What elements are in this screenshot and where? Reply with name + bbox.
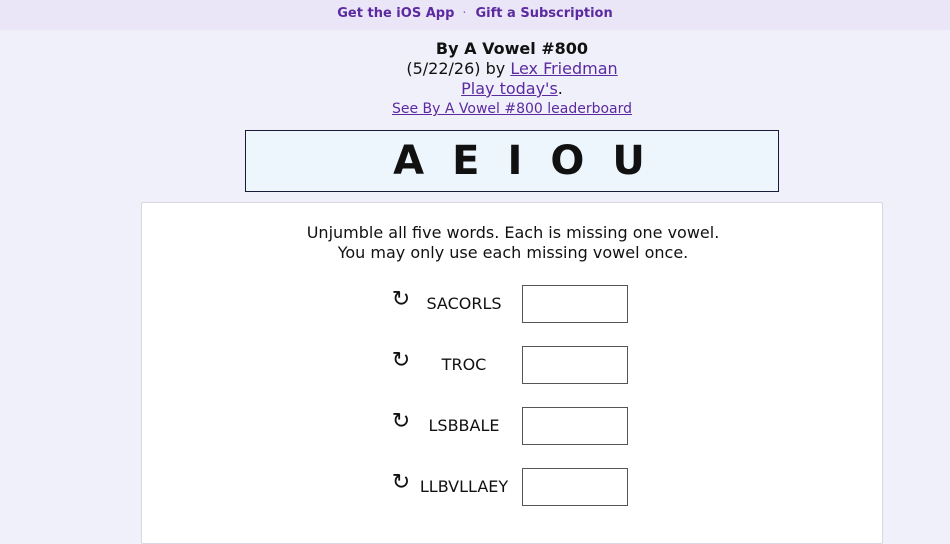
vowel-a: A	[393, 138, 439, 184]
answer-input[interactable]	[522, 407, 628, 445]
play-today-link[interactable]: Play today's	[461, 79, 558, 98]
vowel-e: E	[452, 138, 494, 184]
jumbled-word: LSBBALE	[428, 416, 500, 435]
jumbled-word: TROC	[441, 355, 487, 374]
vowel-o: O	[550, 138, 599, 184]
gift-subscription-link[interactable]: Gift a Subscription	[476, 6, 613, 21]
vowel-i: I	[507, 138, 537, 184]
puzzle-date: (5/22/26) by	[406, 59, 511, 78]
instructions: Unjumble all five words. Each is missing…	[142, 223, 884, 263]
top-bar: Get the iOS App · Gift a Subscription	[0, 0, 950, 30]
jumbled-word: LLBVLLAEY	[419, 477, 509, 496]
shuffle-icon[interactable]: ↻	[389, 285, 413, 315]
shuffle-icon[interactable]: ↻	[389, 346, 413, 376]
word-row: ↻ LLBVLLAEY	[142, 468, 882, 506]
puzzle-header: By A Vowel #800 (5/22/26) by Lex Friedma…	[0, 39, 950, 119]
byline: (5/22/26) by Lex Friedman	[0, 59, 950, 79]
jumbled-word: SACORLS	[426, 294, 502, 313]
puzzle-panel: Unjumble all five words. Each is missing…	[141, 202, 883, 544]
page-title: By A Vowel #800	[435, 39, 589, 58]
answer-input[interactable]	[522, 468, 628, 506]
vowel-u: U	[612, 138, 659, 184]
leaderboard-link[interactable]: See By A Vowel #800 leaderboard	[392, 101, 632, 117]
vowel-display: AEIOU	[245, 130, 779, 192]
answer-input[interactable]	[522, 285, 628, 323]
ios-app-link[interactable]: Get the iOS App	[337, 6, 454, 21]
word-row: ↻ LSBBALE	[142, 407, 882, 445]
play-today-line: Play today's.	[0, 79, 950, 99]
instructions-line-2: You may only use each missing vowel once…	[337, 243, 689, 262]
instructions-line-1: Unjumble all five words. Each is missing…	[306, 223, 720, 242]
word-row: ↻ TROC	[142, 346, 882, 384]
vowel-letters: AEIOU	[379, 138, 659, 184]
leaderboard-line: See By A Vowel #800 leaderboard	[0, 99, 950, 119]
shuffle-icon[interactable]: ↻	[389, 407, 413, 437]
topbar-separator: ·	[462, 6, 467, 21]
word-row: ↻ SACORLS	[142, 285, 882, 323]
author-link[interactable]: Lex Friedman	[510, 59, 617, 78]
answer-input[interactable]	[522, 346, 628, 384]
shuffle-icon[interactable]: ↻	[389, 468, 413, 498]
play-today-period: .	[557, 79, 563, 98]
